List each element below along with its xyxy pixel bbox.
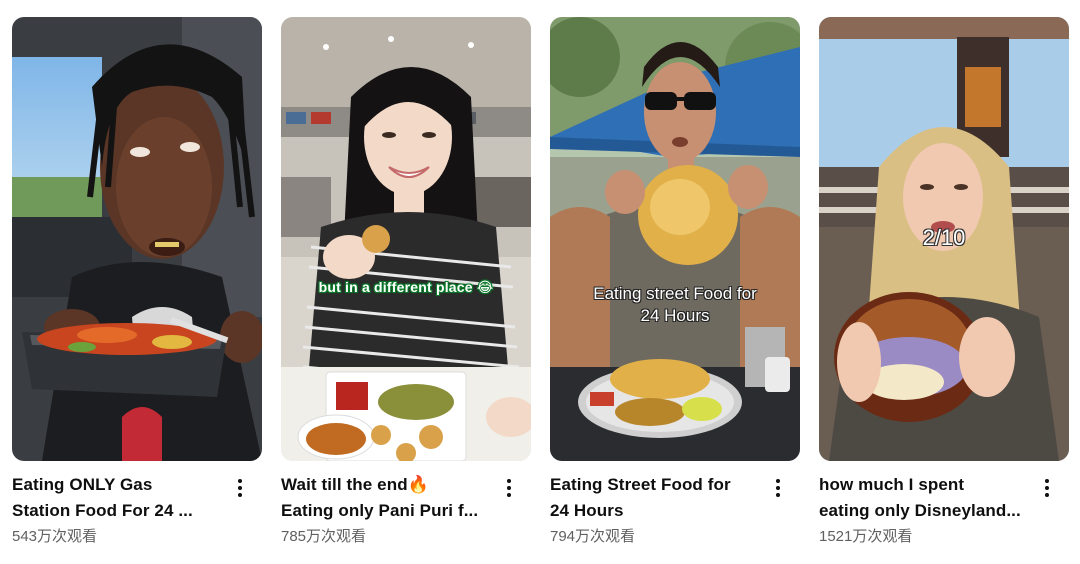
video-card[interactable]: 2/10 how much I spent eating only Disney…	[819, 17, 1069, 557]
video-meta: how much I spent eating only Disneyland.…	[819, 472, 1069, 548]
video-title-line: Wait till the end🔥	[281, 475, 429, 494]
video-title[interactable]: Eating ONLY Gas Station Food For 24 ...	[12, 472, 217, 524]
video-title[interactable]: Wait till the end🔥 Eating only Pani Puri…	[281, 472, 486, 524]
video-thumbnail[interactable]: 2/10	[819, 17, 1069, 461]
view-count: 1521万次观看	[819, 528, 913, 545]
video-card[interactable]: Eating street Food for 24 Hours Eating S…	[550, 17, 800, 557]
video-title[interactable]: how much I spent eating only Disneyland.…	[819, 472, 1024, 524]
video-title-line: eating only Disneyland...	[819, 501, 1021, 520]
thumbnail-image-car-eating	[12, 17, 262, 461]
more-vertical-icon[interactable]	[499, 476, 519, 500]
view-count: 785万次观看	[281, 528, 367, 545]
video-title-line: Eating ONLY Gas	[12, 475, 153, 494]
more-vertical-icon[interactable]	[230, 476, 250, 500]
video-title-line: Station Food For 24 ...	[12, 501, 193, 520]
overlay-line: 24 Hours	[640, 306, 710, 325]
view-count: 543万次观看	[12, 528, 98, 545]
more-vertical-icon[interactable]	[768, 476, 788, 500]
video-thumbnail[interactable]: Eating street Food for 24 Hours	[550, 17, 800, 461]
more-vertical-icon[interactable]	[1037, 476, 1057, 500]
video-thumbnail[interactable]: but in a different place 😂	[281, 17, 531, 461]
overlay-line: Eating street Food for	[593, 284, 757, 303]
video-card[interactable]: but in a different place 😂 Wait till the…	[281, 17, 531, 557]
video-title[interactable]: Eating Street Food for 24 Hours	[550, 472, 755, 524]
video-overlay-caption: Eating street Food for 24 Hours	[550, 283, 800, 327]
video-title-line: 24 Hours	[550, 501, 624, 520]
video-meta: Eating ONLY Gas Station Food For 24 ... …	[12, 472, 262, 548]
video-title-line: Eating Street Food for	[550, 475, 731, 494]
video-title-line: Eating only Pani Puri f...	[281, 501, 479, 520]
thumbnail-image-food-court	[281, 17, 531, 461]
video-thumbnail[interactable]	[12, 17, 262, 461]
view-count: 794万次观看	[550, 528, 636, 545]
thumbnail-image-street-food	[550, 17, 800, 461]
video-card[interactable]: Eating ONLY Gas Station Food For 24 ... …	[12, 17, 262, 557]
video-meta: Wait till the end🔥 Eating only Pani Puri…	[281, 472, 531, 548]
video-meta: Eating Street Food for 24 Hours 794万次观看	[550, 472, 800, 548]
video-overlay-caption: but in a different place 😂	[318, 279, 494, 295]
video-overlay-caption: 2/10	[922, 225, 966, 250]
video-title-line: how much I spent	[819, 475, 965, 494]
shorts-grid: Eating ONLY Gas Station Food For 24 ... …	[0, 0, 1080, 564]
